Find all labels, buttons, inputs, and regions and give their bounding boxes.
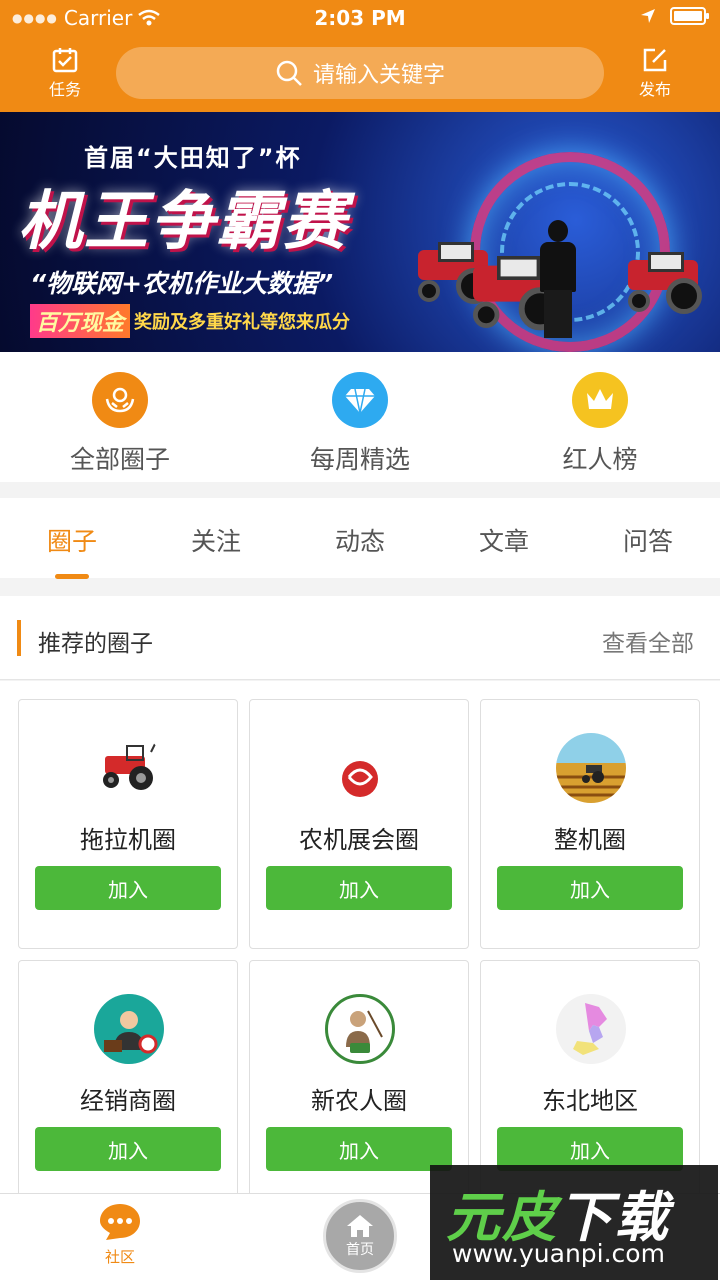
circle-grid: 拖拉机圈 加入 农机展会圈 加入 整机圈 加入 经销商圈 加入 新农人圈 加入 …: [0, 681, 720, 1193]
circle-name: 东北地区: [542, 1087, 638, 1115]
category-row: 全部圈子 每周精选 红人榜: [0, 352, 720, 482]
diamond-icon: [332, 372, 388, 428]
category-top-users[interactable]: 红人榜: [480, 372, 720, 476]
search-placeholder: 请输入关键字: [312, 63, 445, 88]
join-button[interactable]: 加入: [35, 866, 221, 910]
location-arrow-icon: [641, 9, 655, 23]
section-accent-bar: [17, 620, 21, 656]
join-button[interactable]: 加入: [497, 866, 683, 910]
tabbar-home[interactable]: 首页: [320, 1199, 400, 1273]
home-icon: [347, 1215, 373, 1237]
watermark-url: www.yuanpi.com: [452, 1239, 665, 1268]
category-weekly-picks[interactable]: 每周精选: [240, 372, 480, 476]
category-label: 每周精选: [309, 445, 410, 474]
circle-name: 新农人圈: [311, 1087, 407, 1115]
status-bar: ●●●● Carrier 2:03 PM: [0, 0, 720, 36]
field-tractor-icon: [556, 733, 626, 803]
circle-card-northeast[interactable]: 东北地区 加入: [480, 960, 700, 1193]
tab-circles[interactable]: 圈子: [0, 522, 144, 558]
join-button[interactable]: 加入: [266, 1127, 452, 1171]
circle-card-new-farmer[interactable]: 新农人圈 加入: [249, 960, 469, 1193]
watermark-overlay: 元皮下载 www.yuanpi.com: [430, 1165, 718, 1280]
hands-icon: [92, 372, 148, 428]
banner-prize: 百万现金 奖励及多重好礼等您来瓜分: [30, 304, 350, 338]
join-button[interactable]: 加入: [35, 1127, 221, 1171]
join-button[interactable]: 加入: [266, 866, 452, 910]
clock: 2:03 PM: [314, 6, 406, 30]
publish-button[interactable]: 发布: [620, 46, 690, 100]
circle-card-expo[interactable]: 农机展会圈 加入: [249, 699, 469, 949]
circle-card-dealer[interactable]: 经销商圈 加入: [18, 960, 238, 1193]
chat-bubble-icon: [100, 1204, 140, 1240]
banner-line1: 首届“大田知了”杯: [84, 144, 302, 172]
task-checklist-icon: [52, 48, 78, 73]
tasks-button[interactable]: 任务: [30, 46, 100, 100]
banner-line2: “物联网+农机作业大数据”: [30, 269, 334, 298]
circle-card-tractor[interactable]: 拖拉机圈 加入: [18, 699, 238, 949]
edit-icon: [643, 48, 667, 72]
active-tab-indicator: [55, 574, 89, 579]
northeast-map-icon: [556, 994, 626, 1064]
banner-prize-rest: 奖励及多重好礼等您来瓜分: [134, 312, 351, 333]
view-all-link[interactable]: 查看全部: [602, 624, 694, 658]
circle-name: 整机圈: [554, 826, 626, 854]
top-navbar: 任务 请输入关键字 发布: [0, 36, 720, 112]
circle-card-machines[interactable]: 整机圈 加入: [480, 699, 700, 949]
circle-name: 农机展会圈: [299, 826, 419, 854]
tab-feed[interactable]: 动态: [288, 522, 432, 558]
section-title: 推荐的圈子: [38, 631, 153, 657]
category-all-circles[interactable]: 全部圈子: [0, 372, 240, 476]
circle-name: 拖拉机圈: [80, 826, 176, 854]
expo-logo-icon: [325, 733, 395, 803]
promo-banner[interactable]: 首届“大田知了”杯 机王争霸赛 “物联网+农机作业大数据” 百万现金 奖励及多重…: [0, 112, 720, 352]
battery-icon: [670, 7, 709, 25]
content-tabs: 圈子 关注 动态 文章 问答: [0, 498, 720, 578]
recommended-section-header: 推荐的圈子 查看全部: [0, 596, 720, 680]
search-icon: [276, 60, 302, 86]
crown-icon: [572, 372, 628, 428]
dealer-icon: [94, 994, 164, 1064]
tabbar-home-label: 首页: [346, 1242, 374, 1258]
banner-person-silhouette: [540, 220, 576, 338]
tabbar-community[interactable]: 社区: [80, 1202, 160, 1267]
tab-articles[interactable]: 文章: [432, 522, 576, 558]
tab-qa[interactable]: 问答: [576, 522, 720, 558]
banner-prize-highlight: 百万现金: [30, 304, 131, 338]
farmer-icon: [325, 994, 395, 1064]
banner-tractor-3: [618, 252, 708, 314]
tabbar-community-label: 社区: [104, 1248, 135, 1266]
category-label: 全部圈子: [69, 445, 170, 474]
tab-following[interactable]: 关注: [144, 522, 288, 558]
circle-name: 经销商圈: [80, 1087, 176, 1115]
tasks-label: 任务: [48, 80, 81, 99]
publish-label: 发布: [638, 80, 671, 99]
banner-headline: 机王争霸赛: [18, 185, 348, 259]
tractor-icon: [94, 733, 164, 803]
search-input[interactable]: 请输入关键字: [116, 47, 604, 99]
category-label: 红人榜: [562, 445, 638, 474]
home-button-circle: 首页: [323, 1199, 397, 1273]
